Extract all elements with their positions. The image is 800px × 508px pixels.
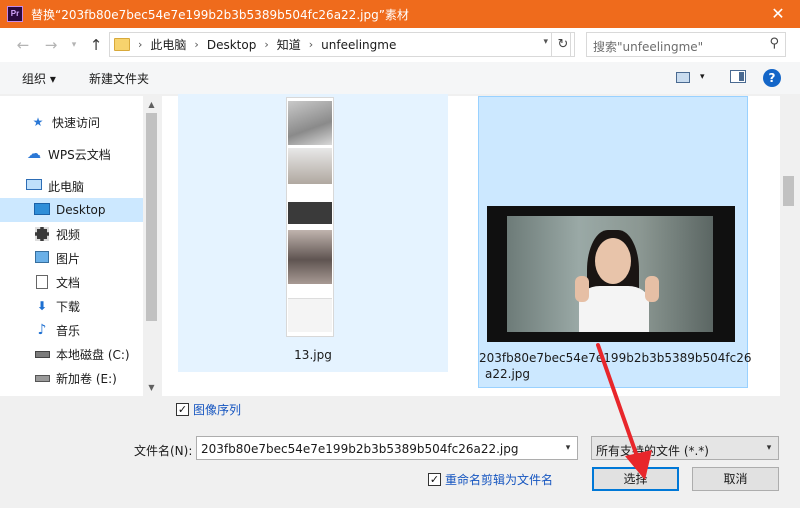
star-icon: ★ bbox=[32, 115, 44, 129]
nav-scrollbar[interactable]: ▲ ▼ bbox=[143, 96, 160, 396]
breadcrumb-item[interactable]: 此电脑 bbox=[150, 36, 186, 53]
scrollbar-thumb[interactable] bbox=[783, 176, 794, 206]
nav-item-label: 下载 bbox=[56, 299, 81, 314]
nav-item-new-volume-e[interactable]: 新加卷 (E:) bbox=[0, 366, 143, 390]
drive-icon bbox=[34, 347, 50, 361]
thumbnail-comic-strip bbox=[286, 97, 334, 337]
nav-item-label: 此电脑 bbox=[48, 179, 85, 194]
image-sequence-checkbox[interactable]: ✓ bbox=[176, 403, 189, 416]
filename-label: 文件名(N): bbox=[134, 444, 193, 458]
computer-icon bbox=[26, 179, 42, 193]
nav-item-local-disk-c[interactable]: 本地磁盘 (C:) bbox=[0, 342, 143, 366]
toolbar: 组织 ▾ 新建文件夹 ▾ ? bbox=[0, 62, 800, 94]
help-icon[interactable]: ? bbox=[763, 69, 781, 87]
select-button[interactable]: 选择 bbox=[592, 467, 679, 491]
drive-icon bbox=[34, 371, 50, 385]
title-bar: Pr 替换“203fb80e7bec54e7e199b2b3b5389b504f… bbox=[0, 0, 800, 28]
breadcrumb-item[interactable]: Desktop bbox=[207, 38, 257, 52]
breadcrumb-item[interactable]: 知道 bbox=[277, 36, 301, 53]
cancel-button[interactable]: 取消 bbox=[692, 467, 779, 491]
preview-pane-icon[interactable] bbox=[730, 70, 746, 83]
nav-item-label: WPS云文档 bbox=[48, 147, 111, 162]
video-icon bbox=[34, 227, 50, 241]
chevron-right-icon: › bbox=[138, 38, 143, 51]
download-icon: ⬇ bbox=[36, 299, 48, 313]
nav-item-label: 音乐 bbox=[56, 323, 81, 338]
scrollbar-thumb[interactable] bbox=[146, 113, 157, 321]
file-name-line-1: 203fb80e7bec54e7e199b2b3b5389b504fc26 bbox=[479, 351, 752, 365]
nav-item-label: 新加卷 (E:) bbox=[56, 371, 117, 386]
recent-locations-button[interactable]: ▾ bbox=[63, 34, 85, 56]
cloud-icon: ☁ bbox=[27, 146, 41, 162]
search-icon: ⚲ bbox=[769, 36, 779, 51]
forward-button[interactable]: → bbox=[40, 34, 62, 56]
chevron-down-icon[interactable]: ▾ bbox=[543, 37, 548, 47]
rename-clip-checkbox[interactable]: ✓ bbox=[428, 473, 441, 486]
close-button[interactable]: ✕ bbox=[756, 0, 800, 28]
chevron-down-icon[interactable]: ▾ bbox=[700, 72, 705, 82]
search-placeholder: 搜索"unfeelingme" bbox=[593, 40, 704, 54]
chevron-right-icon: › bbox=[264, 38, 269, 51]
refresh-icon: ↻ bbox=[557, 37, 569, 52]
nav-item-label: 视频 bbox=[56, 227, 81, 242]
chevron-down-icon[interactable]: ▾ bbox=[760, 437, 778, 459]
file-name-line-2: a22.jpg bbox=[485, 367, 531, 381]
folder-icon bbox=[114, 38, 130, 51]
rename-clip-label[interactable]: 重命名剪辑为文件名 bbox=[445, 471, 553, 488]
pictures-icon bbox=[34, 251, 50, 265]
nav-item-wps-cloud[interactable]: ☁ WPS云文档 bbox=[0, 142, 143, 166]
nav-item-videos[interactable]: 视频 bbox=[0, 222, 143, 246]
file-tile-selected-jpg[interactable]: 203fb80e7bec54e7e199b2b3b5389b504fc26 a2… bbox=[478, 96, 752, 388]
back-button[interactable]: ← bbox=[12, 34, 34, 56]
nav-item-label: 文档 bbox=[56, 275, 81, 290]
arrow-left-icon: ← bbox=[16, 36, 30, 54]
change-view-icon[interactable] bbox=[676, 72, 690, 83]
file-name-label: 13.jpg bbox=[294, 348, 332, 362]
desktop-icon bbox=[34, 203, 50, 217]
nav-item-pictures[interactable]: 图片 bbox=[0, 246, 143, 270]
image-sequence-label[interactable]: 图像序列 bbox=[193, 401, 241, 418]
music-icon: ♪ bbox=[37, 322, 47, 338]
documents-icon bbox=[34, 275, 50, 289]
nav-item-this-pc[interactable]: 此电脑 bbox=[0, 174, 143, 198]
nav-item-downloads[interactable]: ⬇ 下载 bbox=[0, 294, 143, 318]
window-title: 替换“203fb80e7bec54e7e199b2b3b5389b504fc26… bbox=[31, 7, 409, 22]
chevron-right-icon: › bbox=[194, 38, 199, 51]
new-folder-button[interactable]: 新建文件夹 bbox=[89, 70, 149, 87]
chevron-right-icon: › bbox=[308, 38, 314, 51]
chevron-down-icon[interactable]: ▾ bbox=[559, 437, 577, 459]
nav-item-label: 本地磁盘 (C:) bbox=[56, 347, 130, 362]
file-list: 13.jpg 203fb80e7bec54e7e199b2b3b5389b504… bbox=[162, 94, 780, 396]
scroll-up-icon[interactable]: ▲ bbox=[143, 96, 160, 113]
nav-item-label: 快速访问 bbox=[52, 115, 101, 130]
nav-item-music[interactable]: ♪ 音乐 bbox=[0, 318, 143, 342]
file-type-value: 所有支持的文件 (*.*) bbox=[596, 444, 709, 458]
file-tile-13-jpg[interactable]: 13.jpg bbox=[178, 94, 448, 372]
search-input[interactable]: 搜索"unfeelingme" ⚲ bbox=[586, 32, 786, 57]
nav-item-desktop[interactable]: Desktop bbox=[0, 198, 143, 222]
filename-value: 203fb80e7bec54e7e199b2b3b5389b504fc26a22… bbox=[201, 442, 519, 456]
nav-item-label: 图片 bbox=[56, 251, 81, 266]
nav-item-documents[interactable]: 文档 bbox=[0, 270, 143, 294]
breadcrumb[interactable]: › 此电脑 › Desktop › 知道 › unfeelingme ▾ bbox=[109, 32, 571, 57]
thumbnail-video-frame bbox=[487, 206, 735, 342]
file-list-scrollbar[interactable] bbox=[780, 96, 797, 396]
up-button[interactable]: ↑ bbox=[85, 34, 107, 56]
organize-menu[interactable]: 组织 ▾ bbox=[22, 70, 56, 87]
scroll-down-icon[interactable]: ▼ bbox=[143, 379, 160, 396]
arrow-up-icon: ↑ bbox=[89, 36, 103, 54]
arrow-right-icon: → bbox=[44, 36, 58, 54]
navigation-pane: ★ 快速访问 ☁ WPS云文档 此电脑 Desktop 视频 图片 文档 ⬇ 下… bbox=[0, 96, 160, 396]
file-dialog: ← → ▾ ↑ › 此电脑 › Desktop › 知道 › unfeeling… bbox=[0, 28, 800, 508]
refresh-button[interactable]: ↻ bbox=[551, 32, 575, 57]
nav-item-quick-access[interactable]: ★ 快速访问 bbox=[0, 110, 143, 134]
nav-item-label: Desktop bbox=[56, 203, 106, 217]
premiere-app-icon: Pr bbox=[7, 6, 23, 22]
address-row: ← → ▾ ↑ › 此电脑 › Desktop › 知道 › unfeeling… bbox=[0, 28, 800, 62]
file-type-select[interactable]: 所有支持的文件 (*.*) ▾ bbox=[591, 436, 779, 460]
breadcrumb-item[interactable]: unfeelingme bbox=[321, 38, 396, 52]
filename-input[interactable]: 203fb80e7bec54e7e199b2b3b5389b504fc26a22… bbox=[196, 436, 578, 460]
chevron-down-icon: ▾ bbox=[71, 40, 77, 50]
